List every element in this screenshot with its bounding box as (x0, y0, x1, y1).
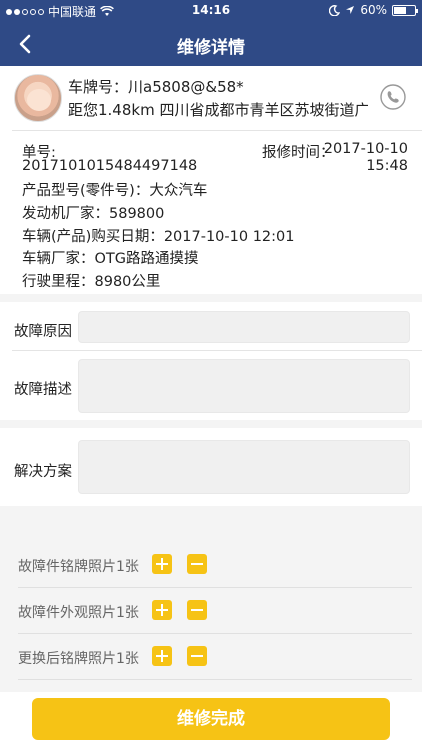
solution-input[interactable] (78, 440, 410, 494)
photo-label: 更换后铭牌照片1张 (18, 651, 139, 667)
customer-address: 距您1.48km 四川省成都市青羊区苏坡街道广… (68, 101, 368, 119)
solution-label: 解决方案 (14, 464, 72, 480)
battery-icon (392, 4, 418, 16)
plus-icon[interactable] (152, 600, 172, 620)
fault-cause-input[interactable] (78, 311, 410, 343)
fault-divider (12, 350, 422, 351)
location-icon (346, 6, 355, 14)
repair-time-date: 2017-10-10 (323, 141, 408, 157)
fault-section: 故障原因 故障描述 (0, 302, 422, 420)
nav-bar: 维修详情 (0, 22, 422, 66)
bottom-bar: 维修完成 (0, 692, 422, 750)
vehicle-maker: 车辆厂家：OTG路路通摸摸 (22, 251, 199, 267)
status-right: 60% (329, 3, 418, 17)
photo-row: 故障件外观照片1张 (0, 588, 422, 634)
complete-repair-button[interactable]: 维修完成 (32, 698, 390, 740)
plus-icon[interactable] (152, 646, 172, 666)
solution-section: 解决方案 (0, 428, 422, 506)
phone-icon[interactable] (380, 84, 406, 110)
plus-icon[interactable] (152, 554, 172, 574)
photo-label: 故障件铭牌照片1张 (18, 559, 139, 575)
engine-maker: 发动机厂家：589800 (22, 206, 165, 222)
minus-icon[interactable] (187, 600, 207, 620)
photo-divider (18, 679, 412, 680)
product-model: 产品型号(零件号)：大众汽车 (22, 183, 208, 199)
repair-info-card: 车牌号：川a5808@&58* 距您1.48km 四川省成都市青羊区苏坡街道广…… (0, 66, 422, 294)
photo-label: 故障件外观照片1张 (18, 605, 139, 621)
card-divider (12, 130, 422, 131)
fault-desc-label: 故障描述 (14, 382, 72, 398)
plate-number: 车牌号：川a5808@&58* (68, 78, 244, 96)
minus-icon[interactable] (187, 554, 207, 574)
minus-icon[interactable] (187, 646, 207, 666)
photo-row: 更换后铭牌照片1张 (0, 634, 422, 680)
status-bar: 中国联通 14:16 60% (0, 0, 422, 22)
battery-percent: 60% (360, 3, 387, 17)
purchase-date: 车辆(产品)购买日期：2017-10-10 12:01 (22, 229, 295, 245)
order-no: 2017101015484497148 (22, 158, 198, 174)
fault-desc-input[interactable] (78, 359, 410, 413)
photo-row: 故障件铭牌照片1张 (0, 542, 422, 588)
photo-section: 故障件铭牌照片1张 故障件外观照片1张 更换后铭牌照片1张 (0, 542, 422, 692)
avatar (14, 74, 62, 122)
mileage: 行驶里程：8980公里 (22, 274, 161, 290)
repair-time-clock: 15:48 (366, 158, 408, 174)
fault-cause-label: 故障原因 (14, 324, 72, 340)
moon-icon (329, 4, 341, 16)
page-title: 维修详情 (177, 38, 245, 58)
